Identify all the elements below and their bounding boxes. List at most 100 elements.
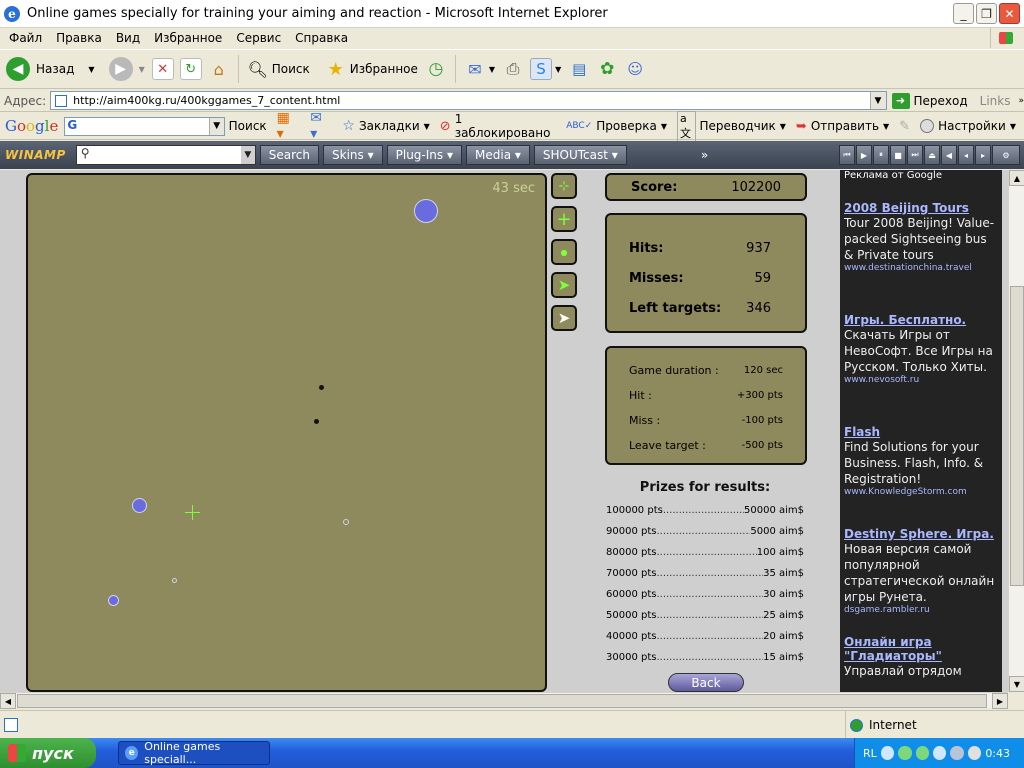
ad-url-link[interactable]: www.KnowledgeStorm.com [844, 487, 998, 497]
dot-tool[interactable]: ● [551, 239, 577, 265]
vertical-scrollbar[interactable]: ▲ ▼ [1008, 170, 1024, 692]
target[interactable] [132, 498, 147, 513]
menu-edit[interactable]: Правка [51, 31, 107, 45]
ad-url-link[interactable]: dsgame.rambler.ru [844, 605, 998, 615]
taskbar-item-ie[interactable]: e Online games speciall... [118, 740, 270, 766]
horizontal-scrollbar[interactable]: ◀ ▶ [0, 692, 1008, 709]
target[interactable] [108, 595, 119, 606]
close-button[interactable]: ✕ [999, 3, 1020, 24]
media-menu[interactable]: Media ▾ [466, 145, 530, 165]
chevron-down-icon[interactable]: ▼ [139, 65, 145, 74]
chevron-down-icon[interactable]: ▼ [489, 65, 495, 74]
google-news-icon[interactable]: ▦ ▾ [277, 110, 301, 142]
stop-icon[interactable]: ✕ [151, 58, 174, 80]
volume-tray-icon[interactable] [967, 746, 982, 760]
address-input[interactable]: http://aim400kg.ru/400kggames_7_content.… [50, 91, 887, 110]
messenger-icon[interactable]: ☺ [624, 58, 646, 80]
language-indicator[interactable]: RL [863, 747, 877, 760]
ad-title-link[interactable]: Destiny Sphere. Игра. [844, 527, 998, 541]
green-arrow-tool[interactable]: ➤ [551, 272, 577, 298]
skins-menu[interactable]: Skins ▾ [323, 145, 383, 165]
ad-title-link[interactable]: Онлайн игра "Гладиаторы" [844, 635, 998, 663]
menu-favorites[interactable]: Избранное [149, 31, 227, 45]
settings-button[interactable]: Настройки ▼ [920, 119, 1016, 133]
favorites-button[interactable]: ★ Избранное [322, 58, 418, 80]
home-icon[interactable]: ⌂ [208, 58, 230, 80]
menu-help[interactable]: Справка [290, 31, 353, 45]
google-search-button[interactable]: Поиск [229, 119, 267, 133]
next-icon[interactable]: ⏭ [907, 145, 923, 165]
history-icon[interactable]: ◷ [425, 58, 447, 80]
chevron-down-icon[interactable]: ▼ [88, 65, 94, 74]
bookmarks-button[interactable]: ☆ Закладки ▼ [342, 118, 429, 134]
menu-tools[interactable]: Сервис [231, 31, 286, 45]
popup-blocker[interactable]: ⊘ 1 заблокировано [440, 112, 556, 140]
go-button[interactable]: ➜ Переход [891, 92, 968, 109]
white-arrow-tool[interactable]: ➤ [551, 305, 577, 331]
target[interactable] [172, 578, 177, 583]
menu-file[interactable]: Файл [4, 31, 47, 45]
translate-button[interactable]: a文 Переводчик ▼ [677, 110, 786, 142]
winamp-search-button[interactable]: Search [259, 145, 320, 165]
crosshair-tool[interactable]: + [551, 206, 577, 232]
ad-url-link[interactable]: www.destinationchina.travel [844, 263, 998, 273]
minimize-button[interactable]: _ [953, 3, 974, 24]
skype-icon[interactable]: S [530, 58, 553, 80]
links-button[interactable]: Links [980, 94, 1011, 108]
skype-tray-icon[interactable] [933, 746, 947, 760]
prev-icon[interactable]: ⏮ [839, 145, 855, 165]
menu-view[interactable]: Вид [111, 31, 145, 45]
pause-icon[interactable]: ⏸ [873, 145, 889, 165]
back-game-button[interactable]: Back [668, 673, 744, 692]
chevron-right-icon[interactable]: » [701, 148, 708, 162]
icq-tray-icon[interactable] [898, 746, 912, 760]
chevron-down-icon[interactable]: ▼ [208, 117, 224, 135]
volume-up-icon[interactable]: ▸ [975, 145, 991, 165]
mail-icon[interactable]: ✉ [464, 58, 486, 80]
crosshair-small-tool[interactable]: ⊹ [551, 173, 577, 199]
play-icon[interactable]: ▶ [856, 145, 872, 165]
icq-flower-icon[interactable]: ✿ [596, 58, 618, 80]
plugins-menu[interactable]: Plug-Ins ▾ [386, 145, 462, 165]
ad-url-link[interactable]: www.nevosoft.ru [844, 375, 998, 385]
maximize-button[interactable]: ❐ [976, 3, 997, 24]
volume-icon[interactable]: ◂ [958, 145, 974, 165]
spellcheck-button[interactable]: ABC✓ Проверка ▼ [566, 119, 667, 133]
print-icon[interactable]: ⎙ [502, 58, 524, 80]
scroll-left-icon[interactable]: ◀ [0, 693, 16, 709]
start-button[interactable]: пуск [0, 738, 96, 768]
back-button[interactable]: ◀ Назад ▼ [6, 57, 95, 81]
ad-title-link[interactable]: Игры. Бесплатно. [844, 313, 998, 327]
scroll-right-icon[interactable]: ▶ [992, 693, 1008, 709]
ad-title-link[interactable]: 2008 Beijing Tours [844, 201, 998, 215]
volume-down-icon[interactable]: ◀ [941, 145, 957, 165]
messenger-tray-icon[interactable] [915, 746, 930, 760]
chat-bubble-icon[interactable]: ✉ ▾ [310, 110, 332, 142]
google-search-input[interactable]: G ▼ [64, 116, 225, 136]
winamp-settings-icon[interactable]: ⚙ [992, 145, 1020, 165]
scroll-down-icon[interactable]: ▼ [1009, 676, 1024, 692]
scroll-thumb[interactable] [17, 694, 987, 708]
shoutcast-menu[interactable]: SHOUTcast ▾ [533, 145, 627, 165]
scroll-up-icon[interactable]: ▲ [1009, 170, 1024, 186]
refresh-icon[interactable]: ↻ [179, 58, 202, 80]
search-button[interactable]: 🔍︎ Поиск [244, 58, 310, 80]
chevron-down-icon[interactable]: ▼ [869, 92, 886, 109]
edit-page-icon[interactable]: ▤ [568, 58, 590, 80]
game-field[interactable]: 43 sec [26, 173, 547, 692]
ad-title-link[interactable]: Flash [844, 425, 998, 439]
network-tray-icon[interactable] [950, 746, 964, 760]
chevron-right-icon[interactable]: » [1018, 96, 1024, 106]
tray-back-icon[interactable] [880, 746, 895, 760]
pencil-icon[interactable]: ✎ [899, 119, 910, 134]
forward-button[interactable]: ▶ ▼ [108, 57, 145, 81]
eject-icon[interactable]: ⏏ [924, 145, 940, 165]
stop-icon[interactable]: ■ [890, 145, 906, 165]
chevron-down-icon[interactable]: ▼ [240, 146, 255, 164]
scroll-thumb[interactable] [1010, 286, 1024, 586]
winamp-search-input[interactable]: ⚲ ▼ [75, 145, 256, 165]
send-button[interactable]: ➥ Отправить ▼ [796, 119, 889, 134]
target[interactable] [343, 519, 349, 525]
chevron-down-icon[interactable]: ▼ [555, 65, 561, 74]
target[interactable] [414, 199, 438, 223]
